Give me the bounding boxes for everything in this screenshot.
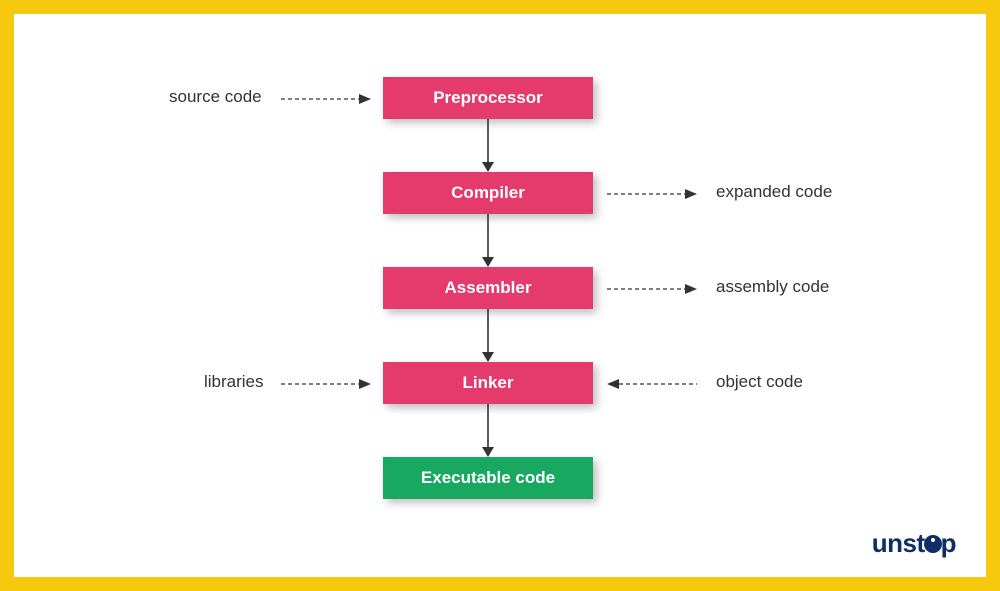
arrow-down-icon bbox=[478, 119, 498, 172]
annotation-expanded-code: expanded code bbox=[716, 182, 832, 202]
dashed-arrow-right-icon bbox=[607, 187, 697, 201]
logo-text-suffix: p bbox=[941, 528, 956, 558]
arrow-down-icon bbox=[478, 214, 498, 267]
unstop-logo: unstp bbox=[872, 528, 956, 559]
annotation-object-code: object code bbox=[716, 372, 803, 392]
dashed-arrow-right-icon bbox=[607, 282, 697, 296]
dashed-arrow-right-icon bbox=[281, 92, 371, 106]
dashed-arrow-right-icon bbox=[281, 377, 371, 391]
stage-linker: Linker bbox=[383, 362, 593, 404]
annotation-assembly-code: assembly code bbox=[716, 277, 829, 297]
stage-executable: Executable code bbox=[383, 457, 593, 499]
stage-compiler: Compiler bbox=[383, 172, 593, 214]
logo-text-prefix: unst bbox=[872, 528, 925, 558]
diagram-frame: Preprocessor Compiler Assembler Linker E… bbox=[0, 0, 1000, 591]
annotation-libraries: libraries bbox=[204, 372, 264, 392]
annotation-source-code: source code bbox=[169, 87, 262, 107]
arrow-down-icon bbox=[478, 404, 498, 457]
stage-preprocessor: Preprocessor bbox=[383, 77, 593, 119]
dashed-arrow-left-icon bbox=[607, 377, 697, 391]
stage-assembler: Assembler bbox=[383, 267, 593, 309]
arrow-down-icon bbox=[478, 309, 498, 362]
logo-o-icon bbox=[924, 535, 942, 553]
